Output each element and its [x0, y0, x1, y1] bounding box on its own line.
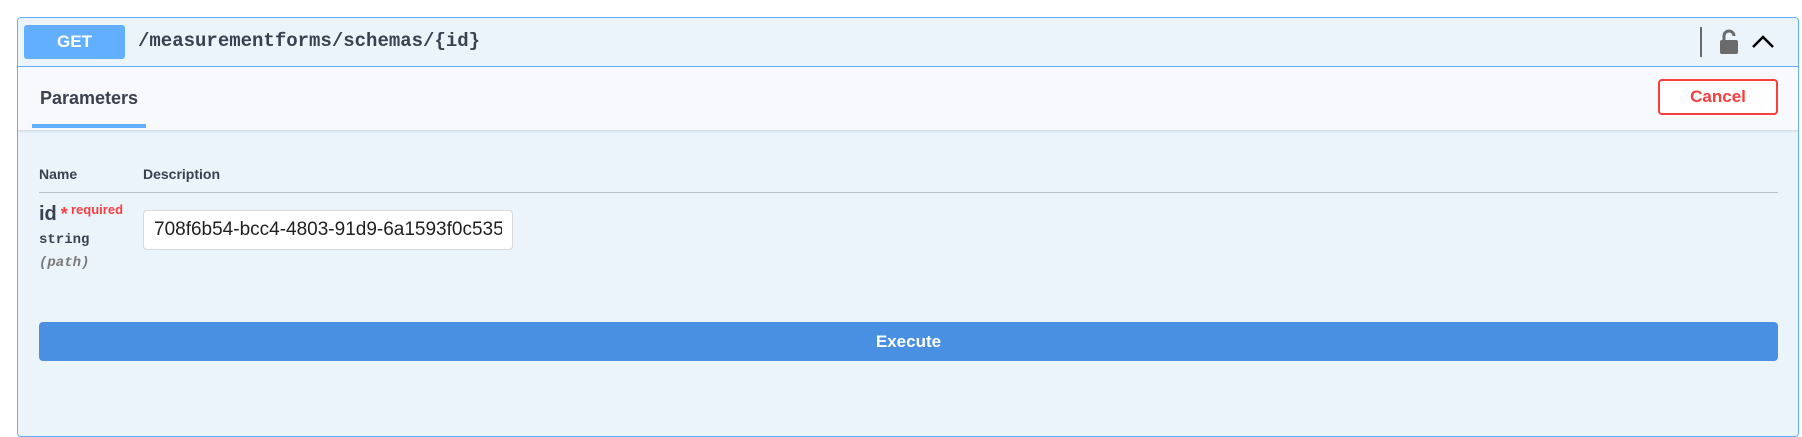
cancel-button[interactable]: Cancel	[1658, 79, 1778, 115]
parameters-section-header: Parameters Cancel	[18, 67, 1798, 131]
parameter-name-text: id	[39, 203, 57, 225]
parameter-type: string	[39, 232, 90, 248]
parameters-table: Name Description id * required string (pa…	[18, 131, 1798, 431]
http-method-badge: GET	[24, 25, 125, 59]
id-input[interactable]	[143, 210, 513, 250]
column-header-name: Name	[39, 166, 78, 182]
header-divider	[39, 192, 1778, 193]
execute-button[interactable]: Execute	[39, 322, 1778, 361]
divider	[1700, 27, 1702, 57]
required-asterisk: *	[60, 204, 68, 224]
tab-parameters[interactable]: Parameters	[32, 67, 146, 130]
summary-controls	[1700, 18, 1798, 66]
parameter-name: id *	[39, 203, 68, 226]
operation-block: GET /measurementforms/schemas/{id} Param…	[17, 17, 1799, 437]
column-header-description: Description	[143, 166, 221, 182]
required-label: required	[71, 202, 124, 217]
operation-summary[interactable]: GET /measurementforms/schemas/{id}	[18, 18, 1798, 67]
chevron-up-icon[interactable]	[1750, 29, 1776, 55]
parameter-location: (path)	[39, 255, 90, 271]
endpoint-path: /measurementforms/schemas/{id}	[138, 30, 481, 52]
tab-active-indicator	[32, 124, 146, 128]
unlocked-padlock-icon[interactable]	[1718, 28, 1740, 56]
